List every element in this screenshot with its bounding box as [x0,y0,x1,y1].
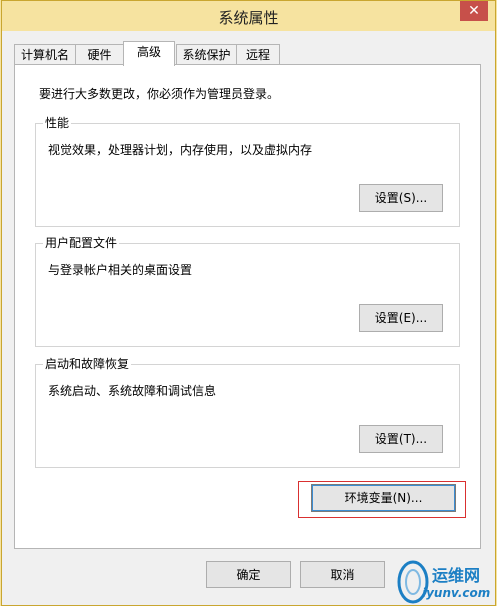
user-profiles-description: 与登录帐户相关的桌面设置 [48,263,193,277]
performance-group: 性能 视觉效果，处理器计划，内存使用，以及虚拟内存 设置(S)... [35,114,460,227]
user-profiles-settings-button[interactable]: 设置(E)... [359,304,443,332]
startup-recovery-group: 启动和故障恢复 系统启动、系统故障和调试信息 设置(T)... [35,355,460,468]
performance-settings-button[interactable]: 设置(S)... [359,184,443,212]
tab-advanced[interactable]: 高级 [123,41,175,66]
window-title: 系统属性 [218,9,279,27]
performance-group-title: 性能 [43,114,72,131]
ok-button[interactable]: 确定 [206,561,291,588]
highlight-box [298,481,466,518]
tab-remote[interactable]: 远程 [236,44,280,65]
tab-computer-name[interactable]: 计算机名 [14,44,76,65]
watermark-url: iyunv.com [422,586,491,600]
admin-notice: 要进行大多数更改，你必须作为管理员登录。 [39,87,280,101]
watermark-text: 运维网 [432,566,481,585]
close-button[interactable]: ✕ [460,1,488,21]
startup-recovery-group-title: 启动和故障恢复 [43,355,132,372]
performance-description: 视觉效果，处理器计划，内存使用，以及虚拟内存 [48,143,313,157]
tab-hardware[interactable]: 硬件 [75,44,124,65]
tab-system-protection[interactable]: 系统保护 [176,44,237,65]
startup-recovery-description: 系统启动、系统故障和调试信息 [48,384,217,398]
cancel-button[interactable]: 取消 [300,561,385,588]
user-profiles-group: 用户配置文件 与登录帐户相关的桌面设置 设置(E)... [35,234,460,347]
advanced-tab-panel: 要进行大多数更改，你必须作为管理员登录。 性能 视觉效果，处理器计划，内存使用，… [14,64,481,549]
user-profiles-group-title: 用户配置文件 [43,234,120,251]
startup-recovery-settings-button[interactable]: 设置(T)... [359,425,443,453]
title-bar[interactable]: 系统属性 ✕ [2,1,495,31]
